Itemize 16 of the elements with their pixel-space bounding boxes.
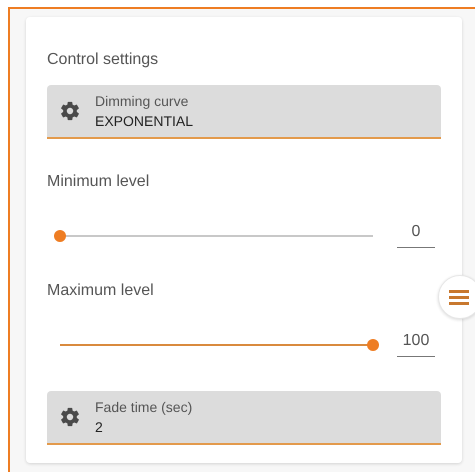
select-field[interactable]: Dimming curve EXPONENTIAL — [47, 85, 441, 139]
slider-thumb[interactable] — [367, 338, 379, 350]
field-label: Dimming curve — [95, 93, 190, 109]
slider-label: Minimum level — [47, 173, 150, 191]
field-value: EXPONENTIAL — [95, 113, 194, 129]
section-title: Control settings — [47, 51, 160, 69]
slider-thumb[interactable] — [54, 230, 66, 242]
level-value[interactable]: 0 — [397, 223, 435, 248]
level-value[interactable]: 100 — [397, 332, 435, 357]
slider-label: Maximum level — [47, 282, 155, 300]
select-field[interactable]: Fade time (sec) 2 — [47, 391, 441, 445]
field-value: 2 — [95, 419, 104, 435]
gear-icon — [59, 100, 81, 122]
menu-icon — [449, 289, 469, 305]
gear-icon — [59, 406, 81, 428]
field-label: Fade time (sec) — [95, 399, 192, 415]
